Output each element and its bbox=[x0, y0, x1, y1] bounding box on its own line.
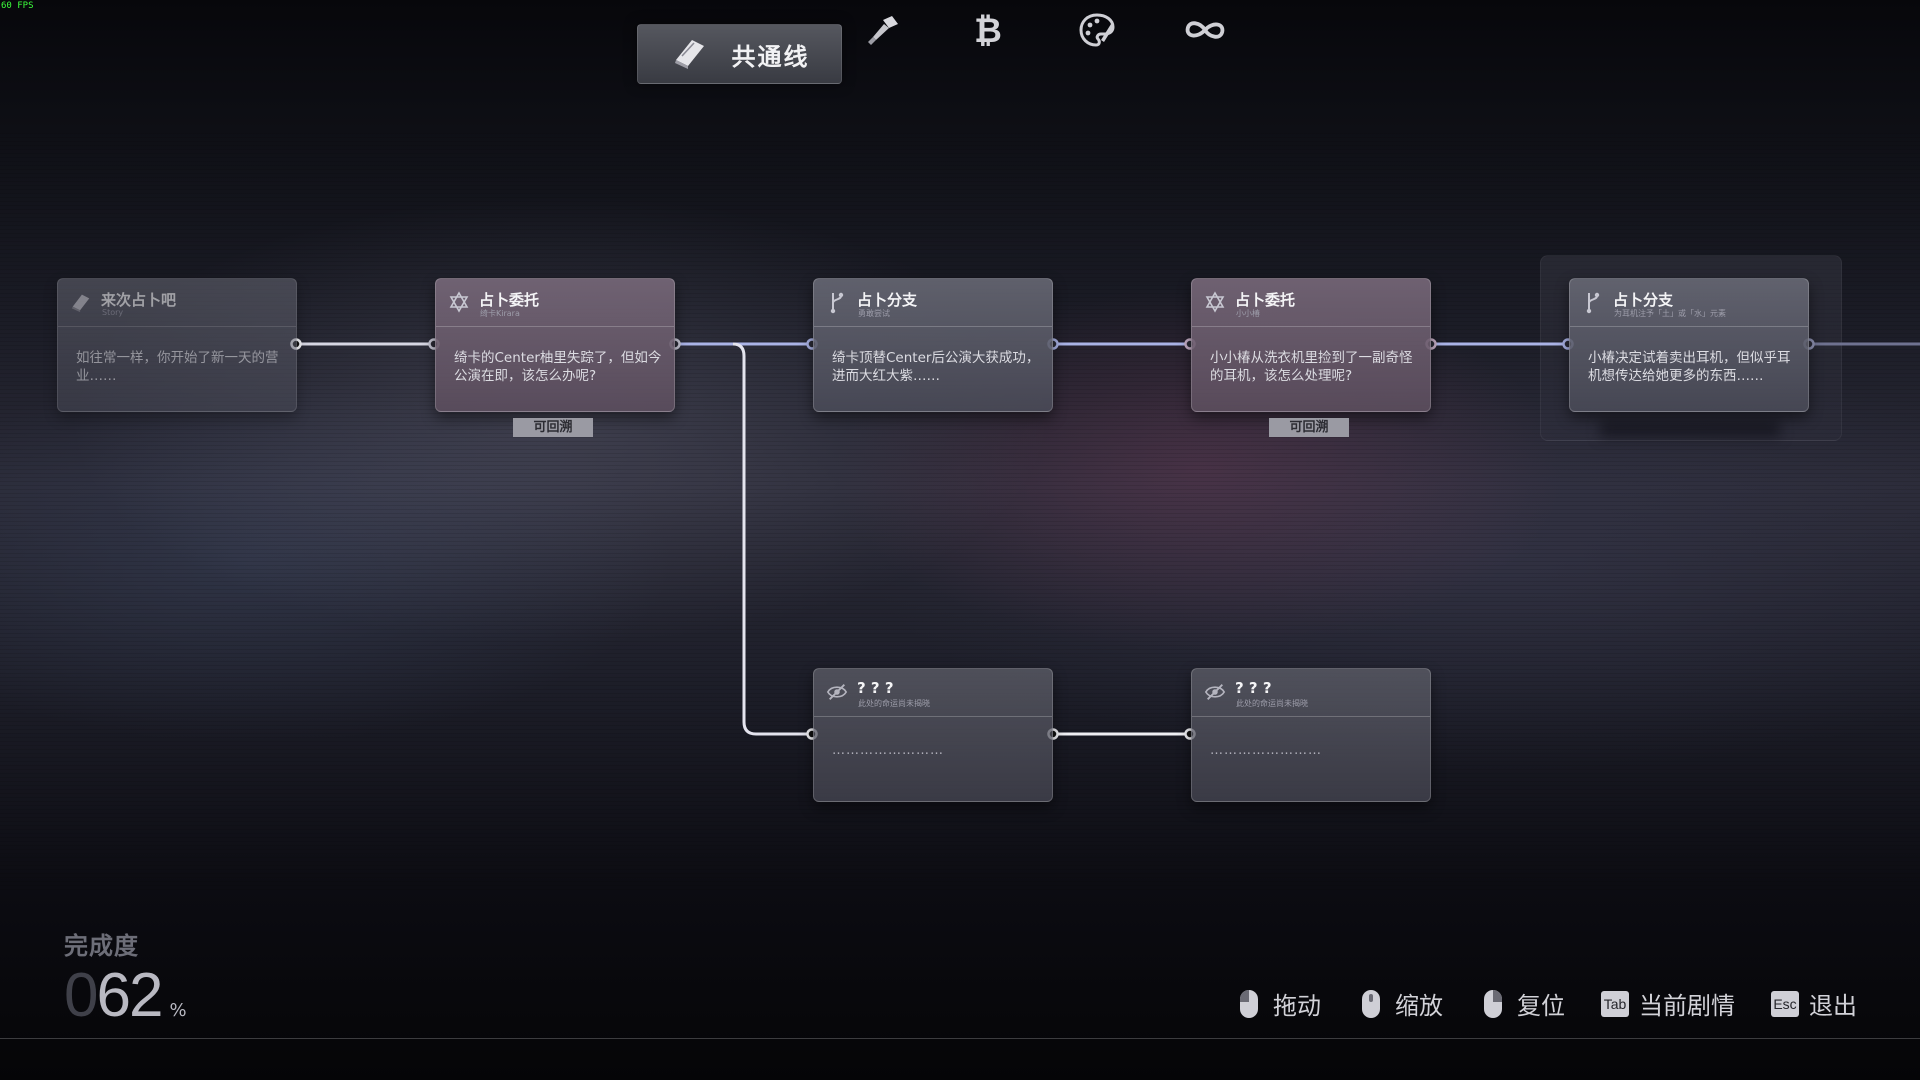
node-title: 占卜委托 bbox=[479, 291, 540, 309]
hint-label: 缩放 bbox=[1395, 992, 1443, 1020]
node-title: ? ? ? bbox=[857, 679, 894, 697]
story-node-5[interactable]: 占卜分支 为耳机注予「土」或「水」元素 小椿决定试着卖出耳机，但似乎耳机想传达给… bbox=[1569, 278, 1809, 412]
node-description: 小小椿从洗衣机里捡到了一副奇怪的耳机，该怎么处理呢? bbox=[1210, 350, 1413, 384]
hint-label: 复位 bbox=[1517, 992, 1565, 1020]
node-subtitle: 此处的命运尚未揭晓 bbox=[858, 699, 930, 708]
node-title: 占卜分支 bbox=[1613, 291, 1674, 309]
microphone-icon bbox=[868, 16, 898, 45]
key-cap: Esc bbox=[1771, 990, 1799, 1017]
node-hidden-text: …………………… bbox=[1210, 743, 1322, 758]
book-icon bbox=[70, 291, 92, 313]
completion-label: 完成度 bbox=[64, 932, 139, 960]
hint-zoom: 缩放 bbox=[1359, 986, 1443, 1021]
node-subtitle: 此处的命运尚未揭晓 bbox=[1236, 699, 1308, 708]
infinity-icon bbox=[1185, 21, 1225, 39]
palette-icon bbox=[1079, 13, 1115, 47]
hint-exit[interactable]: Esc 退出 bbox=[1771, 986, 1857, 1021]
branch-icon bbox=[826, 291, 848, 314]
bitcoin-icon: ₿ bbox=[974, 11, 1002, 50]
svg-text:₿: ₿ bbox=[974, 11, 1002, 50]
node-subtitle: 为耳机注予「土」或「水」元素 bbox=[1614, 309, 1726, 318]
bottom-divider bbox=[0, 1038, 1920, 1039]
node-header: 占卜委托 绮卡Kirara bbox=[436, 279, 674, 327]
locked-node-2[interactable]: ? ? ? 此处的命运尚未揭晓 …………………… bbox=[1191, 668, 1431, 802]
node-header: 占卜分支 勇敢尝试 bbox=[814, 279, 1052, 327]
hint-reset: 复位 bbox=[1481, 986, 1565, 1021]
next-node-shadow bbox=[1600, 420, 1780, 438]
node-subtitle: 小小椿 bbox=[1236, 309, 1260, 318]
branch-icon bbox=[1582, 291, 1604, 314]
story-node-3[interactable]: 占卜分支 勇敢尝试 绮卡顶替Center后公演大获成功，进而大红大紫…… bbox=[813, 278, 1053, 412]
completion-panel: 完成度 062% bbox=[64, 926, 187, 1030]
key-cap: Tab bbox=[1601, 990, 1629, 1017]
node-subtitle: 绮卡Kirara bbox=[480, 309, 520, 318]
node-description: 绮卡顶替Center后公演大获成功，进而大红大紫…… bbox=[832, 350, 1040, 384]
tab-key-icon: Tab bbox=[1601, 988, 1629, 1020]
completion-value: 062% bbox=[64, 960, 187, 1031]
tab-bitcoin[interactable]: ₿ bbox=[966, 10, 1010, 50]
node-description: 如往常一样，你开始了新一天的营业…… bbox=[76, 350, 279, 384]
node-title: ? ? ? bbox=[1235, 679, 1272, 697]
tab-palette[interactable] bbox=[1075, 10, 1119, 50]
story-connectors bbox=[290, 338, 1920, 740]
tab-common-route[interactable]: 共通线 bbox=[637, 24, 842, 84]
node-title: 来次占卜吧 bbox=[101, 291, 177, 309]
rewind-tag[interactable]: 可回溯 bbox=[513, 418, 593, 437]
node-description: 小椿决定试着卖出耳机，但似乎耳机想传达给她更多的东西…… bbox=[1588, 350, 1791, 384]
fps-counter: 60 FPS bbox=[1, 1, 34, 11]
completion-number: 62 bbox=[96, 961, 163, 1030]
hexagram-icon bbox=[1204, 291, 1226, 313]
node-subtitle: Story bbox=[102, 308, 124, 317]
hint-drag: 拖动 bbox=[1237, 986, 1321, 1021]
node-title: 占卜分支 bbox=[857, 291, 918, 309]
mouse-left-icon bbox=[1237, 988, 1261, 1020]
completion-unit: % bbox=[169, 1000, 187, 1021]
mouse-wheel-icon bbox=[1359, 988, 1383, 1020]
tab-microphone[interactable] bbox=[860, 10, 904, 50]
story-node-1[interactable]: 来次占卜吧 Story 如往常一样，你开始了新一天的营业…… bbox=[57, 278, 297, 412]
rewind-tag[interactable]: 可回溯 bbox=[1269, 418, 1349, 437]
node-header: ? ? ? 此处的命运尚未揭晓 bbox=[814, 669, 1052, 717]
tab-label: 共通线 bbox=[731, 42, 810, 71]
hint-label: 拖动 bbox=[1273, 992, 1321, 1020]
hint-label: 退出 bbox=[1809, 992, 1857, 1020]
completion-leading-zero: 0 bbox=[64, 961, 99, 1030]
node-header: 来次占卜吧 Story bbox=[58, 279, 296, 327]
node-header: 占卜分支 为耳机注予「土」或「水」元素 bbox=[1570, 279, 1808, 327]
node-subtitle: 勇敢尝试 bbox=[858, 309, 890, 318]
locked-node-1[interactable]: ? ? ? 此处的命运尚未揭晓 …………………… bbox=[813, 668, 1053, 802]
node-description: 绮卡的Center柚里失踪了，但如今公演在即，该怎么办呢? bbox=[454, 350, 662, 384]
esc-key-icon: Esc bbox=[1771, 988, 1799, 1020]
node-title: 占卜委托 bbox=[1235, 291, 1296, 309]
tab-infinity[interactable] bbox=[1183, 10, 1227, 50]
hexagram-icon bbox=[448, 291, 470, 313]
story-node-4[interactable]: 占卜委托 小小椿 小小椿从洗衣机里捡到了一副奇怪的耳机，该怎么处理呢? bbox=[1191, 278, 1431, 412]
node-header: 占卜委托 小小椿 bbox=[1192, 279, 1430, 327]
hint-current-story[interactable]: Tab 当前剧情 bbox=[1601, 986, 1735, 1021]
route-tab-bar: 共通线 bbox=[637, 24, 842, 84]
story-node-2[interactable]: 占卜委托 绮卡Kirara 绮卡的Center柚里失踪了，但如今公演在即，该怎么… bbox=[435, 278, 675, 412]
eye-off-icon bbox=[1204, 681, 1226, 703]
connector-n2-n6 bbox=[732, 342, 812, 736]
eye-off-icon bbox=[826, 681, 848, 703]
book-icon bbox=[670, 34, 710, 74]
node-header: ? ? ? 此处的命运尚未揭晓 bbox=[1192, 669, 1430, 717]
hint-label: 当前剧情 bbox=[1639, 992, 1735, 1020]
mouse-right-icon bbox=[1481, 988, 1505, 1020]
node-hidden-text: …………………… bbox=[832, 743, 944, 758]
control-hints: 拖动 缩放 复位 Tab 当前剧情 Esc 退出 bbox=[1199, 986, 1857, 1021]
